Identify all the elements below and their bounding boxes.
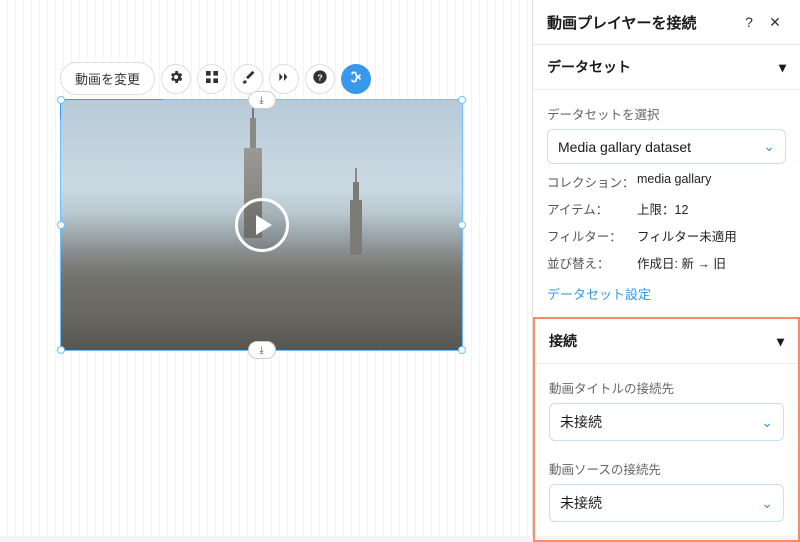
editor-canvas: 動画を変更 ? [0, 0, 532, 536]
resize-handle[interactable] [57, 221, 65, 229]
info-value: フィルター未適用 [637, 226, 737, 245]
field-label: 動画ソースの接続先 [549, 459, 784, 478]
video-title-dropdown[interactable]: 未接続 ⌄ [549, 403, 784, 441]
help-icon: ? [312, 69, 328, 88]
info-key: アイテム： [547, 199, 637, 218]
video-source-binding: 動画ソースの接続先 未接続 ⌄ [549, 459, 784, 522]
connect-panel: 動画プレイヤーを接続 ? ✕ データセット ▾ データセットを選択 Media … [532, 0, 800, 536]
dropdown-value: 未接続 [560, 493, 602, 513]
items-row: アイテム： 上限：12 [547, 199, 786, 218]
video-source-dropdown[interactable]: 未接続 ⌄ [549, 484, 784, 522]
help-button[interactable]: ? [305, 64, 335, 94]
dataset-section-body: データセットを選択 Media gallary dataset ⌄ コレクション… [533, 90, 800, 317]
panel-help-button[interactable]: ? [738, 11, 760, 33]
connections-section-body: 動画タイトルの接続先 未接続 ⌄ 動画ソースの接続先 未接続 ⌄ [535, 364, 798, 540]
connections-section: 接続 ▾ 動画タイトルの接続先 未接続 ⌄ 動画ソースの接続先 未接続 ⌄ [533, 317, 800, 542]
panel-close-button[interactable]: ✕ [764, 11, 786, 33]
info-value: 上限：12 [637, 199, 688, 218]
video-player-element[interactable]: 動画プレイヤー ⤓ ⤓ [60, 99, 463, 351]
change-video-button[interactable]: 動画を変更 [60, 62, 155, 95]
info-value: media gallary [637, 172, 711, 191]
layout-icon [204, 69, 220, 88]
layout-button[interactable] [197, 64, 227, 94]
dataset-settings-link[interactable]: データセット設定 [547, 284, 786, 303]
dataset-section-header[interactable]: データセット ▾ [533, 45, 800, 90]
data-connection-icon [348, 69, 364, 88]
sort-row: 並び替え： 作成日: 新 → 旧 [547, 253, 786, 272]
chevron-down-icon: ⌄ [761, 495, 773, 512]
chevron-down-icon: ⌄ [763, 138, 775, 155]
connections-section-header[interactable]: 接続 ▾ [535, 319, 798, 364]
video-thumbnail [61, 100, 462, 350]
play-button[interactable] [235, 198, 289, 252]
download-icon: ⤓ [259, 95, 263, 106]
info-key: フィルター： [547, 226, 637, 245]
info-key: コレクション： [547, 172, 637, 191]
resize-handle[interactable] [458, 346, 466, 354]
dropdown-value: Media gallary dataset [558, 139, 691, 155]
section-title: 接続 [549, 331, 577, 351]
help-icon: ? [745, 14, 753, 30]
panel-header: 動画プレイヤーを接続 ? ✕ [533, 0, 800, 45]
brush-icon [240, 69, 256, 88]
dropdown-value: 未接続 [560, 412, 602, 432]
field-label: 動画タイトルの接続先 [549, 378, 784, 397]
gear-icon [168, 69, 184, 88]
svg-text:?: ? [317, 72, 322, 82]
connect-data-button[interactable] [341, 64, 371, 94]
dataset-dropdown[interactable]: Media gallary dataset ⌄ [547, 129, 786, 164]
close-icon: ✕ [769, 14, 781, 31]
collection-row: コレクション： media gallary [547, 172, 786, 191]
download-handle[interactable]: ⤓ [248, 341, 276, 359]
animation-icon [276, 69, 292, 88]
settings-button[interactable] [161, 64, 191, 94]
resize-handle[interactable] [458, 221, 466, 229]
panel-title: 動画プレイヤーを接続 [547, 12, 734, 33]
element-toolbar: 動画を変更 ? [60, 62, 371, 95]
info-value: 作成日: 新 → 旧 [637, 253, 726, 272]
chevron-down-icon: ⌄ [761, 414, 773, 431]
select-dataset-label: データセットを選択 [547, 104, 786, 123]
filter-row: フィルター： フィルター未適用 [547, 226, 786, 245]
download-icon: ⤓ [259, 345, 263, 356]
section-title: データセット [547, 57, 631, 77]
resize-handle[interactable] [57, 346, 65, 354]
video-title-binding: 動画タイトルの接続先 未接続 ⌄ [549, 378, 784, 441]
resize-handle[interactable] [57, 96, 65, 104]
resize-handle[interactable] [458, 96, 466, 104]
chevron-down-icon: ▾ [777, 333, 784, 350]
chevron-down-icon: ▾ [779, 59, 786, 76]
design-button[interactable] [233, 64, 263, 94]
animation-button[interactable] [269, 64, 299, 94]
info-key: 並び替え： [547, 253, 637, 272]
